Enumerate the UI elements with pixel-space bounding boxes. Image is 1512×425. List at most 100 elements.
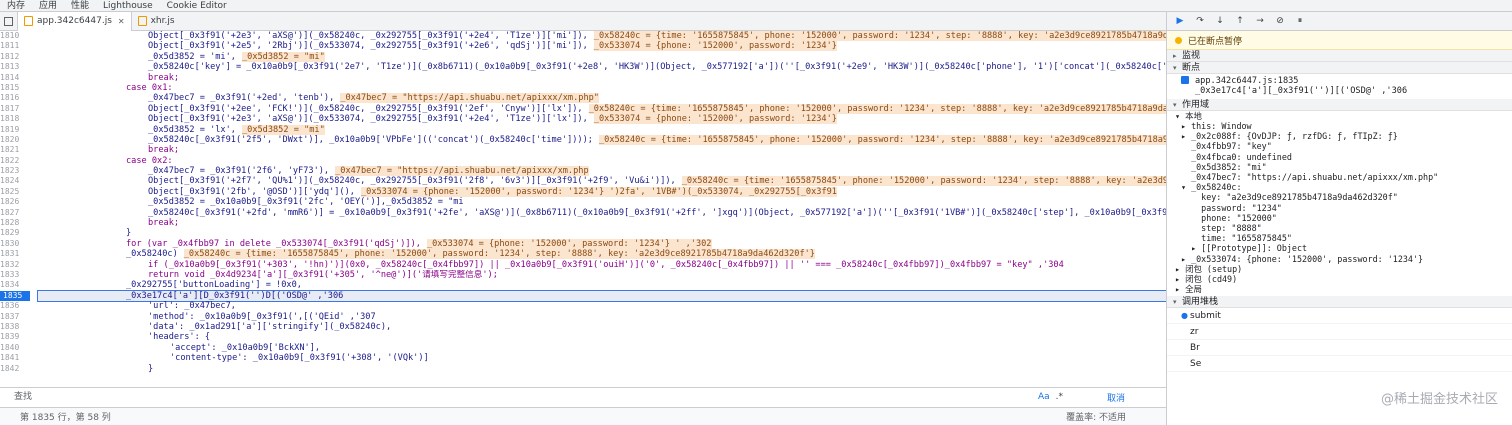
- scope-variable[interactable]: ▸ _0x533074: {phone: '152000', password:…: [1181, 254, 1512, 264]
- code-line[interactable]: 1831 _0x58240c) _0x58240c = {time: '165587…: [0, 249, 1166, 260]
- scope-variable[interactable]: _0x5d3852: "mi": [1181, 162, 1512, 172]
- scope-variable[interactable]: step: "8888": [1181, 223, 1512, 233]
- scope-variable[interactable]: _0x4fbca0: undefined: [1181, 152, 1512, 162]
- devtools-tab[interactable]: Lighthouse: [96, 0, 160, 11]
- line-number[interactable]: 1822: [0, 156, 19, 166]
- code-line[interactable]: 1836 'url': _0x47bec7,: [0, 301, 1166, 311]
- code-line[interactable]: 1841 'content-type': _0x10a0b9[_0x3f91('+…: [0, 353, 1166, 363]
- line-number[interactable]: 1816: [0, 93, 19, 103]
- scope-variable[interactable]: ▸ [[Prototype]]: Object: [1181, 243, 1512, 253]
- line-number[interactable]: 1812: [0, 52, 19, 62]
- line-number[interactable]: 1824: [0, 176, 19, 186]
- line-number[interactable]: 1833: [0, 270, 19, 280]
- scope-variable[interactable]: _0x47bec7: "https://api.shuabu.net/apixx…: [1181, 172, 1512, 182]
- line-number[interactable]: 1835: [0, 290, 30, 302]
- line-number[interactable]: 1832: [0, 260, 19, 270]
- watch-section[interactable]: ▸ 监视: [1167, 50, 1512, 62]
- line-number[interactable]: 1814: [0, 73, 19, 83]
- code-line[interactable]: 1830 for (var _0x4fbb97 in delete _0x5330…: [0, 238, 1166, 249]
- code-line[interactable]: 1821 break;: [0, 145, 1166, 155]
- code-line[interactable]: 1840 'accept': _0x10a0b9['BckXN'],: [0, 343, 1166, 353]
- code-line[interactable]: 1826 _0x5d3852 = _0x10a0b9[_0x3f91('2fc',…: [0, 197, 1166, 207]
- line-number[interactable]: 1842: [0, 364, 19, 374]
- code-line[interactable]: 1813 _0x58240c['key'] = _0x10a0b9[_0x3f91…: [0, 62, 1166, 72]
- deactivate-breakpoints-icon[interactable]: ⊘: [1275, 16, 1285, 26]
- code-line[interactable]: 1811 Object[_0x3f91('+2e5', '2Rbj')](_0x5…: [0, 41, 1166, 52]
- scope-local-header[interactable]: ▾ 本地: [1167, 111, 1512, 121]
- code-line[interactable]: 1814 break;: [0, 73, 1166, 83]
- code-line[interactable]: 1819 _0x5d3852 = 'lx', _0x5d3852 = "mi": [0, 124, 1166, 135]
- line-number[interactable]: 1821: [0, 145, 19, 155]
- code-line[interactable]: 1812 _0x5d3852 = 'mi', _0x5d3852 = "mi": [0, 51, 1166, 62]
- line-number[interactable]: 1827: [0, 208, 19, 218]
- line-number[interactable]: 1836: [0, 301, 19, 311]
- code-line[interactable]: 1838 'data': _0x1ad291['a']['stringify'](…: [0, 322, 1166, 332]
- step-over-icon[interactable]: ↷: [1195, 16, 1205, 26]
- callstack-section[interactable]: ▾ 调用堆栈: [1167, 296, 1512, 309]
- scope-closure[interactable]: ▸ 闭包 (setup): [1175, 264, 1512, 274]
- code-line[interactable]: 1825 Object[_0x3f91('2fb', '@OSD')]['ydq'…: [0, 186, 1166, 197]
- file-tab[interactable]: xhr.js: [132, 12, 181, 31]
- line-number[interactable]: 1810: [0, 31, 19, 41]
- code-line[interactable]: 1827 _0x58240c[_0x3f91('+2fd', 'mmR6')] =…: [0, 208, 1166, 218]
- line-number[interactable]: 1831: [0, 249, 19, 259]
- line-number[interactable]: 1820: [0, 135, 19, 145]
- devtools-tab[interactable]: Cookie Editor: [160, 0, 234, 11]
- code-line[interactable]: 1833 return void _0x4d9234['a'][_0x3f91('…: [0, 270, 1166, 280]
- code-editor[interactable]: 1810 Object[_0x3f91('+2e3', 'aXS@')](_0x5…: [0, 31, 1166, 383]
- line-number[interactable]: 1838: [0, 322, 19, 332]
- callstack-frame[interactable]: Se: [1167, 356, 1512, 373]
- code-line[interactable]: 1818 Object[_0x3f91('+2e3', 'aXS@')](_0x5…: [0, 114, 1166, 125]
- line-number[interactable]: 1825: [0, 187, 19, 197]
- scope-closure[interactable]: ▸ 闭包 (cd49): [1175, 274, 1512, 284]
- code-line[interactable]: 1834 _0x292755['buttonLoading'] = !0x0,: [0, 280, 1166, 290]
- line-number[interactable]: 1817: [0, 104, 19, 114]
- callstack-frame[interactable]: ● submit: [1167, 308, 1512, 325]
- code-line[interactable]: 1829}: [0, 228, 1166, 238]
- scope-variable[interactable]: ▸ _0x2c088f: {OvDJP: ƒ, rzfDG: ƒ, fTIpZ:…: [1181, 131, 1512, 141]
- code-line[interactable]: 1839 'headers': {: [0, 332, 1166, 342]
- line-number[interactable]: 1813: [0, 62, 19, 72]
- code-line[interactable]: 1823 _0x47bec7 = _0x3f91('2f6', 'yF73'), _…: [0, 166, 1166, 177]
- scope-section[interactable]: ▾ 作用域: [1167, 98, 1512, 111]
- code-line[interactable]: 1820 _0x58240c[_0x3f91('2f5', 'DWxt')], _…: [0, 134, 1166, 145]
- breakpoints-section[interactable]: ▾ 断点: [1167, 62, 1512, 74]
- scope-variable[interactable]: phone: "152000": [1181, 213, 1512, 223]
- breakpoint-item[interactable]: app.342c6447.js:1835 _0x3e17c4['a'][_0x3…: [1167, 74, 1512, 99]
- line-number[interactable]: 1841: [0, 353, 19, 363]
- regex-button[interactable]: .*: [1056, 392, 1063, 402]
- line-number[interactable]: 1839: [0, 332, 19, 342]
- code-line[interactable]: 1822 case 0x2:: [0, 156, 1166, 166]
- scope-variable[interactable]: time: "1655875845": [1181, 233, 1512, 243]
- code-line[interactable]: 1832 if (_0x10a0b9[_0x3f91('+303', '!hn)'…: [0, 260, 1166, 270]
- breakpoint-checkbox[interactable]: [1181, 76, 1189, 84]
- line-number[interactable]: 1826: [0, 197, 19, 207]
- code-line[interactable]: 1816 _0x47bec7 = _0x3f91('+2ed', 'tenb'),…: [0, 93, 1166, 104]
- match-case-button[interactable]: Aa: [1038, 392, 1050, 402]
- line-number[interactable]: 1818: [0, 114, 19, 124]
- line-number[interactable]: 1834: [0, 280, 19, 290]
- code-line[interactable]: 1837 'method': _0x10a0b9[_0x3f91(',[('QEi…: [0, 312, 1166, 322]
- code-line[interactable]: 1842}: [0, 364, 1166, 374]
- scope-variable[interactable]: ▾ _0x58240c:: [1181, 182, 1512, 192]
- devtools-tab[interactable]: 内存: [0, 0, 32, 11]
- navigator-toggle[interactable]: [0, 12, 18, 31]
- line-number[interactable]: 1811: [0, 41, 19, 51]
- search-input[interactable]: 查找: [14, 391, 1014, 404]
- line-number[interactable]: 1830: [0, 239, 19, 249]
- scope-variable[interactable]: password: "1234": [1181, 203, 1512, 213]
- scope-variable[interactable]: key: "a2e3d9ce8921785b4718a9da462d320f": [1181, 192, 1512, 202]
- line-number[interactable]: 1840: [0, 343, 19, 353]
- code-line[interactable]: 1835 _0x3e17c4['a'][D_0x3f91('')D[('OSD@'…: [0, 289, 1166, 303]
- close-icon[interactable]: ✕: [118, 17, 125, 26]
- code-line[interactable]: 1817 Object[_0x3f91('+2ee', 'FCK!')](_0x5…: [0, 103, 1166, 114]
- line-number[interactable]: 1829: [0, 228, 19, 238]
- code-line[interactable]: 1828 break;: [0, 218, 1166, 228]
- code-line[interactable]: 1815 case 0x1:: [0, 83, 1166, 93]
- callstack-frame[interactable]: Br: [1167, 340, 1512, 357]
- step-out-icon[interactable]: ↑: [1235, 16, 1245, 26]
- line-number[interactable]: 1828: [0, 218, 19, 228]
- code-line[interactable]: 1824 Object[_0x3f91('+2f7', 'QU%1')](_0x5…: [0, 176, 1166, 187]
- step-into-icon[interactable]: ↓: [1215, 16, 1225, 26]
- scope-closure[interactable]: ▸ 全局: [1175, 284, 1512, 294]
